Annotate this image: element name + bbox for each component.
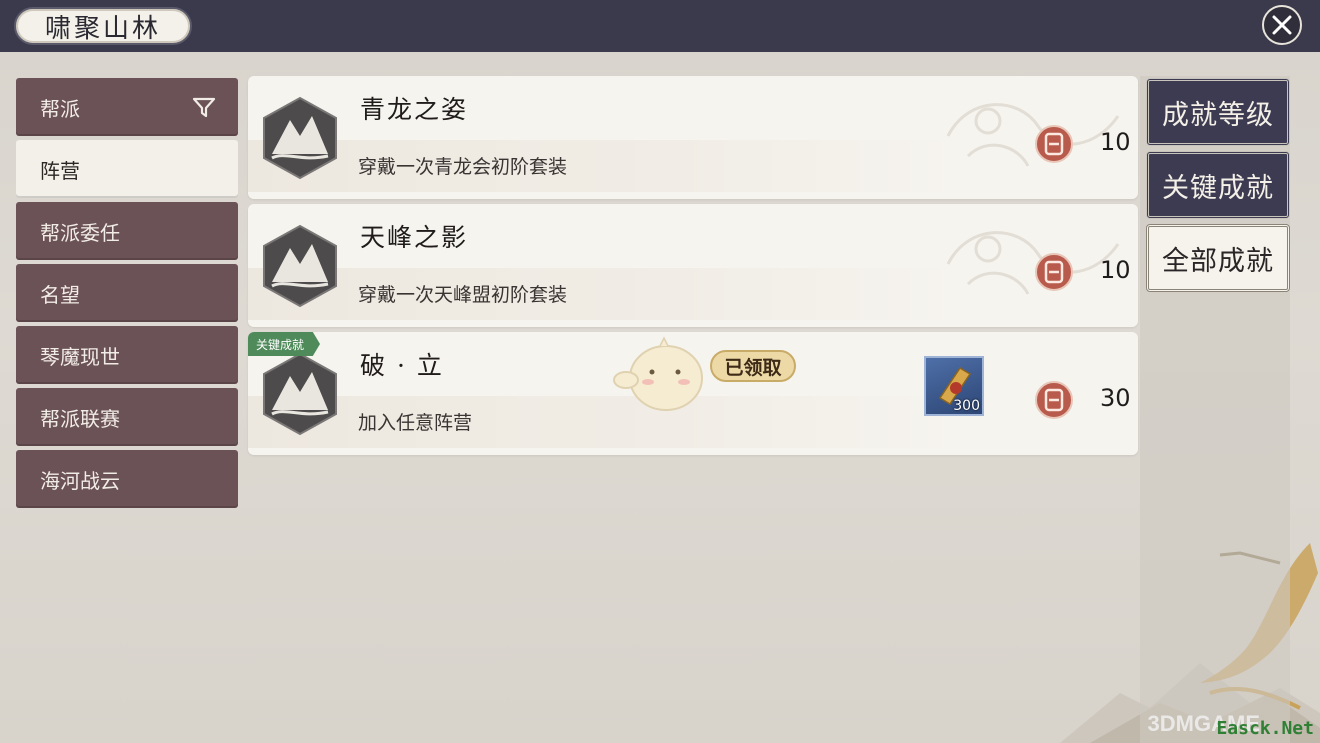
key-achievement-badge: 关键成就 [248,332,321,356]
achievement-points: 10 [1100,256,1131,284]
achievement-name: 青龙之姿 [360,95,469,124]
tab-all-achievements[interactable]: 全部成就 [1146,224,1290,292]
achievement-point-icon [1035,125,1073,163]
achievement-points: 10 [1100,128,1131,156]
sidebar-item-label: 名望 [40,282,80,307]
mountain-emblem-icon [263,96,337,180]
sidebar-item-label: 琴魔现世 [40,344,120,369]
close-icon [1272,15,1292,35]
page-title: 啸聚山林 [14,7,192,45]
description-band [248,140,968,192]
sidebar-item-camp[interactable]: 阵营 [16,140,238,198]
achievement-card[interactable]: 青龙之姿 穿戴一次青龙会初阶套装 10 [248,76,1138,199]
mountain-emblem-icon [263,352,337,436]
sidebar-item-gang-league[interactable]: 帮派联赛 [16,388,238,446]
close-button[interactable] [1262,5,1302,45]
filter-icon[interactable] [192,96,216,118]
sidebar: 帮派 阵营 帮派委任 名望 琴魔现世 帮派联赛 海河战云 [16,78,238,512]
achievement-description: 穿戴一次天峰盟初阶套装 [358,284,568,306]
achievement-card[interactable]: 关键成就 破 · 立 加入任意阵营 已领取 300 30 [248,332,1138,455]
achievement-description: 穿戴一次青龙会初阶套装 [358,156,568,178]
site-watermark: Easck.Net [1216,718,1314,739]
sidebar-item-label: 帮派 [40,96,80,121]
achievement-list: 青龙之姿 穿戴一次青龙会初阶套装 10 天峰之影 穿戴一次天峰盟初阶套装 10 [248,76,1138,460]
sidebar-item-label: 海河战云 [40,468,120,493]
sidebar-item-qinmo[interactable]: 琴魔现世 [16,326,238,384]
achievement-point-icon [1035,381,1073,419]
claimed-status-badge: 已领取 [710,350,796,382]
tab-key-achievements[interactable]: 关键成就 [1146,151,1290,219]
tab-achievement-level[interactable]: 成就等级 [1146,78,1290,146]
sidebar-item-label: 阵营 [40,158,80,183]
achievement-point-icon [1035,253,1073,291]
sidebar-item-prestige[interactable]: 名望 [16,264,238,322]
sidebar-item-gang-appoint[interactable]: 帮派委任 [16,202,238,260]
achievement-card[interactable]: 天峰之影 穿戴一次天峰盟初阶套装 10 [248,204,1138,327]
category-tabs: 成就等级 关键成就 全部成就 [1146,78,1290,297]
reward-quantity: 300 [953,398,980,414]
description-band [248,268,968,320]
achievement-description: 加入任意阵营 [358,412,473,434]
sidebar-item-haihe[interactable]: 海河战云 [16,450,238,508]
mascot-icon [613,336,703,411]
top-bar: 啸聚山林 [0,0,1320,52]
sidebar-item-gang[interactable]: 帮派 [16,78,238,136]
achievement-name: 天峰之影 [360,223,469,252]
achievement-points: 30 [1100,384,1131,412]
mountain-emblem-icon [263,224,337,308]
reward-item-slot[interactable]: 300 [924,356,984,416]
sidebar-item-label: 帮派委任 [40,220,120,245]
achievement-name: 破 · 立 [360,351,444,380]
sidebar-item-label: 帮派联赛 [40,406,120,431]
